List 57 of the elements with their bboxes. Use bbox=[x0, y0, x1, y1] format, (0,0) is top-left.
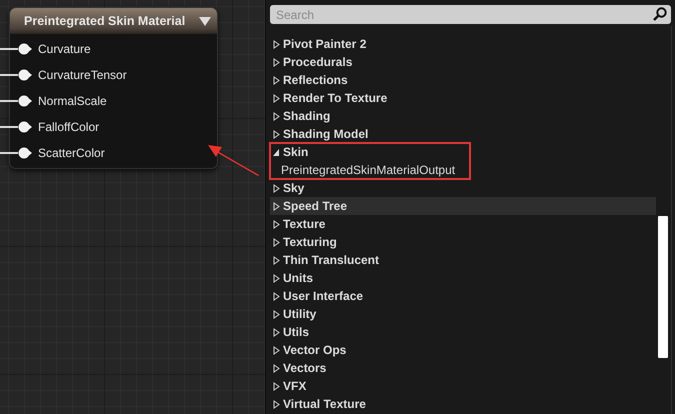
pin-label: FalloffColor bbox=[38, 120, 100, 134]
category-item[interactable]: Skin bbox=[270, 143, 470, 161]
category-item[interactable]: Vector Ops bbox=[270, 341, 656, 359]
collapsed-triangle-icon[interactable] bbox=[273, 328, 280, 336]
pin-icon[interactable] bbox=[18, 69, 32, 81]
pin-icon[interactable] bbox=[18, 43, 32, 55]
category-item[interactable]: VFX bbox=[270, 377, 656, 395]
dropdown-icon[interactable] bbox=[199, 16, 211, 26]
category-item[interactable]: Thin Translucent bbox=[270, 251, 656, 269]
category-item[interactable]: Sky bbox=[270, 179, 656, 197]
category-item[interactable]: Units bbox=[270, 269, 656, 287]
category-item[interactable]: Shading Model bbox=[270, 125, 656, 143]
category-item[interactable]: Reflections bbox=[270, 71, 656, 89]
collapsed-triangle-icon[interactable] bbox=[273, 94, 280, 102]
collapsed-triangle-icon[interactable] bbox=[273, 184, 280, 192]
category-item[interactable]: Virtual Texture bbox=[270, 395, 656, 413]
category-item[interactable]: Render To Texture bbox=[270, 89, 656, 107]
scrollbar-thumb[interactable] bbox=[658, 216, 668, 358]
pin-label: ScatterColor bbox=[38, 146, 105, 160]
node-list-item[interactable]: PreintegratedSkinMaterialOutput bbox=[270, 161, 470, 179]
category-item[interactable]: Texturing bbox=[270, 233, 656, 251]
collapsed-triangle-icon[interactable] bbox=[273, 274, 280, 282]
expanded-triangle-icon[interactable] bbox=[273, 148, 280, 156]
category-item[interactable]: Procedurals bbox=[270, 53, 656, 71]
category-item[interactable]: User Interface bbox=[270, 287, 656, 305]
material-node[interactable]: Preintegrated Skin Material Curvature CurvatureTensor NormalScale FalloffColor ScatterColor bbox=[10, 8, 217, 168]
collapsed-triangle-icon[interactable] bbox=[273, 76, 280, 84]
collapsed-triangle-icon[interactable] bbox=[273, 292, 280, 300]
category-item[interactable]: Vectors bbox=[270, 359, 656, 377]
pin-icon[interactable] bbox=[18, 147, 32, 159]
collapsed-triangle-icon[interactable] bbox=[273, 364, 280, 372]
search-icon[interactable] bbox=[653, 7, 667, 21]
collapsed-triangle-icon[interactable] bbox=[273, 346, 280, 354]
node-title: Preintegrated Skin Material bbox=[24, 14, 186, 28]
pin-label: CurvatureTensor bbox=[38, 68, 127, 82]
collapsed-triangle-icon[interactable] bbox=[273, 256, 280, 264]
collapsed-triangle-icon[interactable] bbox=[273, 220, 280, 228]
category-item[interactable]: Speed Tree bbox=[270, 197, 656, 215]
collapsed-triangle-icon[interactable] bbox=[273, 400, 280, 408]
category-item[interactable]: Texture bbox=[270, 215, 656, 233]
category-item[interactable]: Utility bbox=[270, 305, 656, 323]
search-field[interactable]: Search bbox=[270, 5, 671, 24]
category-item[interactable]: Pivot Painter 2 bbox=[270, 35, 656, 53]
category-item[interactable]: Utils bbox=[270, 323, 656, 341]
pin-icon[interactable] bbox=[18, 121, 32, 133]
collapsed-triangle-icon[interactable] bbox=[273, 310, 280, 318]
collapsed-triangle-icon[interactable] bbox=[273, 112, 280, 120]
collapsed-triangle-icon[interactable] bbox=[273, 40, 280, 48]
pin-icon[interactable] bbox=[18, 95, 32, 107]
pin-label: Curvature bbox=[38, 42, 91, 56]
collapsed-triangle-icon[interactable] bbox=[273, 238, 280, 246]
collapsed-triangle-icon[interactable] bbox=[273, 58, 280, 66]
category-item[interactable]: Shading bbox=[270, 107, 656, 125]
pin-label: NormalScale bbox=[38, 94, 107, 108]
collapsed-triangle-icon[interactable] bbox=[273, 130, 280, 138]
collapsed-triangle-icon[interactable] bbox=[273, 382, 280, 390]
collapsed-triangle-icon[interactable] bbox=[273, 202, 280, 210]
